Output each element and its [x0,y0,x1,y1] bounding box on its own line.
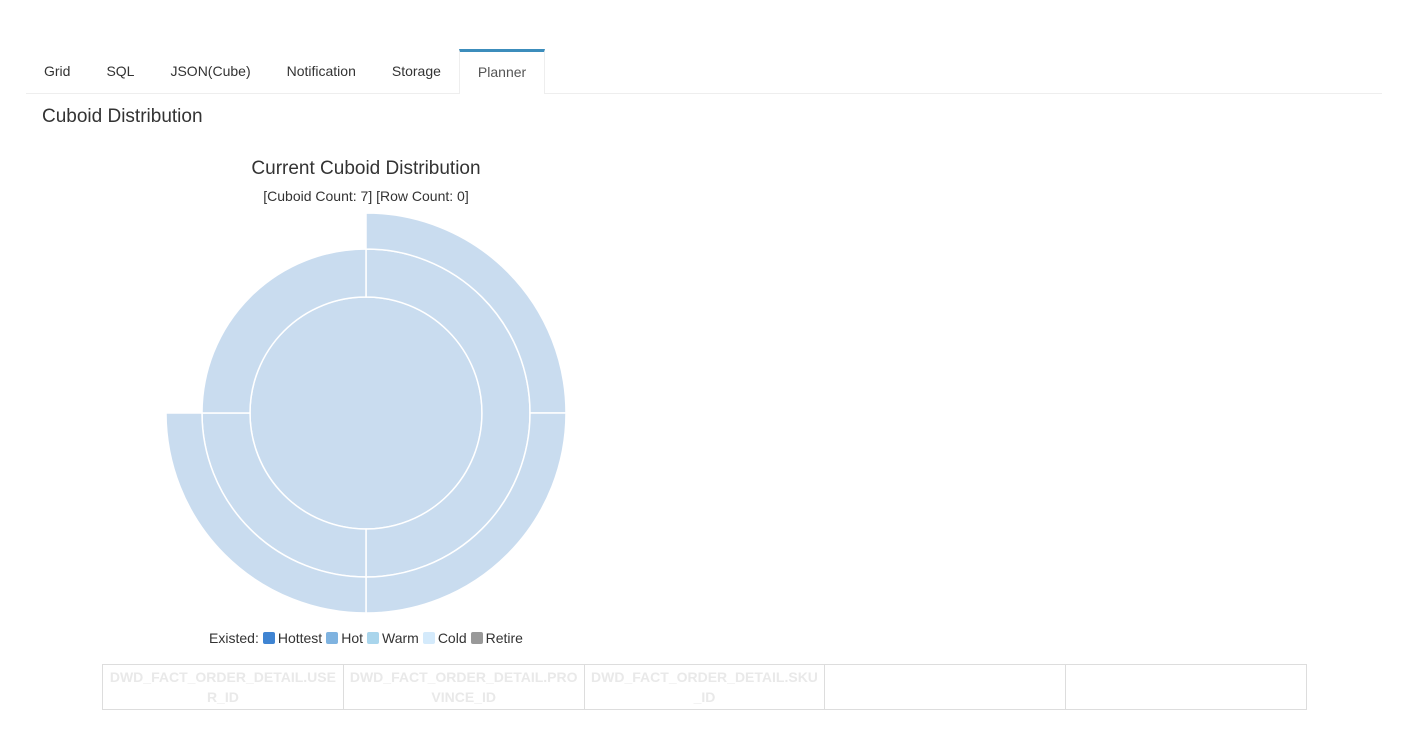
chart-legend: Existed: Hottest Hot Warm Cold Retire [166,630,566,646]
tab-grid[interactable]: Grid [26,49,88,93]
sunburst-arcs [165,212,567,614]
table-row: DWD_FACT_ORDER_DETAIL.USER_ID DWD_FACT_O… [102,664,1307,710]
sunburst-arc-level3-1[interactable] [365,412,567,614]
legend-item-hot: Hot [326,630,363,646]
chart-title: Current Cuboid Distribution [251,158,481,179]
legend-label-retire: Retire [485,630,523,646]
sunburst-arc-level3-0[interactable] [365,212,567,414]
sunburst-arc-level1-0[interactable] [249,296,483,530]
sunburst-arc-level3-2[interactable] [165,412,367,614]
legend-swatch-cold [422,632,435,644]
tab-planner[interactable]: Planner [458,49,546,94]
tab-sql[interactable]: SQL [88,49,152,93]
tab-json-cube[interactable]: JSON(Cube) [152,49,268,93]
tab-storage[interactable]: Storage [374,49,459,93]
legend-label-warm: Warm [382,630,419,646]
legend-item-hottest: Hottest [262,630,323,646]
dimension-table: DWD_FACT_ORDER_DETAIL.USER_ID DWD_FACT_O… [102,664,1307,710]
dimension-cell[interactable]: DWD_FACT_ORDER_DETAIL.USER_ID [102,664,344,710]
legend-swatch-warm [367,632,379,644]
tab-bar: Grid SQL JSON(Cube) Notification Storage… [26,49,1382,94]
legend-item-warm: Warm [367,630,419,646]
dimension-cell[interactable] [1065,664,1307,710]
legend-label-cold: Cold [437,630,467,646]
legend-label-hot: Hot [341,630,363,646]
dimension-cell[interactable]: DWD_FACT_ORDER_DETAIL.PROVINCE_ID [342,664,585,710]
legend-item-retire: Retire [470,630,523,646]
sunburst-chart [165,212,567,614]
dimension-cell[interactable] [824,664,1067,710]
section-title: Cuboid Distribution [42,106,203,127]
legend-prefix: Existed: [209,630,259,646]
legend-swatch-hottest [262,632,275,644]
tab-notification[interactable]: Notification [269,49,374,93]
legend-label-hottest: Hottest [277,630,323,646]
legend-item-cold: Cold [422,630,467,646]
sunburst-arc-level2-0[interactable] [365,248,531,578]
dimension-cell[interactable]: DWD_FACT_ORDER_DETAIL.SKU_ID [583,664,826,710]
legend-swatch-retire [470,632,483,644]
sunburst-arc-level2-1[interactable] [201,412,367,578]
legend-swatch-hot [326,632,339,644]
chart-subtitle: [Cuboid Count: 7] [Row Count: 0] [263,188,469,204]
sunburst-arc-level2-2[interactable] [201,248,367,414]
